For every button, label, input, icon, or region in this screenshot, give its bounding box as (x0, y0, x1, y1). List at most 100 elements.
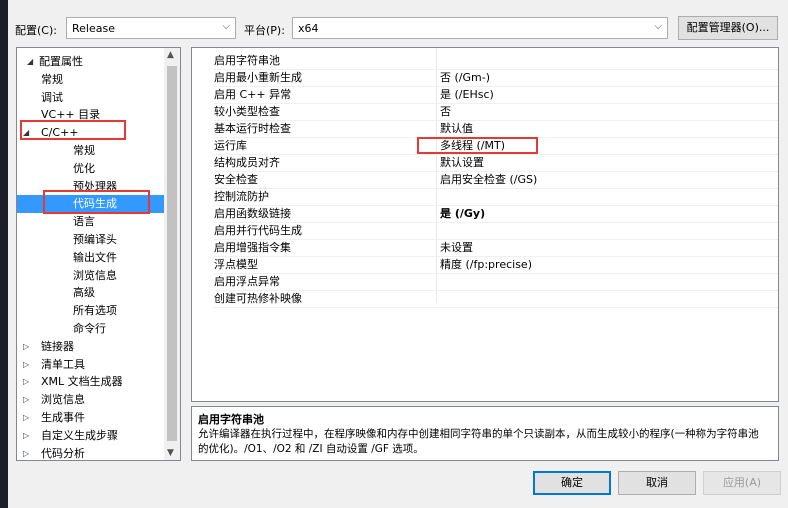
tree-item-label: 优化 (73, 161, 95, 175)
platform-value: x64 (298, 22, 319, 35)
tree-item-label: 清单工具 (41, 357, 85, 371)
property-row[interactable]: 启用函数级链接 是 (/Gy) (192, 205, 778, 222)
tree-item-label: 高级 (73, 286, 95, 300)
property-row[interactable]: 启用浮点异常 (192, 273, 778, 290)
ok-button[interactable]: 确定 (533, 471, 611, 495)
collapse-arrow-icon[interactable]: ◢ (27, 53, 33, 71)
property-row[interactable]: 启用 C++ 异常 是 (/EHsc) (192, 86, 778, 103)
property-name: 启用 C++ 异常 (214, 88, 292, 101)
tree-item[interactable]: 常规 (17, 71, 165, 89)
config-value: Release (72, 22, 115, 35)
platform-dropdown[interactable]: x64 ⌵ (292, 17, 668, 39)
property-value[interactable]: 是 (/EHsc) (440, 86, 494, 103)
tree-item-label: 常规 (41, 72, 63, 86)
property-value[interactable]: 启用安全检查 (/GS) (440, 171, 537, 188)
config-dropdown[interactable]: Release ⌵ (66, 17, 236, 39)
scroll-down-icon[interactable]: ▼ (167, 448, 174, 458)
tree-item-label: 调试 (41, 90, 63, 104)
expand-arrow-icon[interactable]: ▷ (23, 356, 29, 374)
property-row[interactable]: 浮点模型 精度 (/fp:precise) (192, 256, 778, 273)
tree-item[interactable]: ▷ 浏览信息 (17, 391, 165, 409)
scroll-up-icon[interactable]: ▲ (167, 50, 174, 60)
property-row[interactable]: 启用并行代码生成 (192, 222, 778, 239)
property-value[interactable]: 默认设置 (440, 154, 484, 171)
property-row[interactable]: 控制流防护 (192, 188, 778, 205)
tree-item[interactable]: 命令行 (17, 320, 165, 338)
chevron-down-icon: ⌵ (222, 21, 230, 32)
tree-item-label: XML 文档生成器 (41, 375, 123, 389)
property-grid[interactable]: 启用字符串池启用最小重新生成 否 (/Gm-) 启用 C++ 异常 是 (/EHsc)… (191, 47, 779, 402)
highlight-box-codegen (43, 190, 150, 214)
tree-item[interactable]: 所有选项 (17, 302, 165, 320)
property-value[interactable]: 否 (440, 103, 451, 120)
tree-item[interactable]: ▷ 清单工具 (17, 356, 165, 374)
property-row[interactable]: 创建可热修补映像 (192, 290, 778, 307)
property-name: 启用字符串池 (214, 54, 280, 67)
platform-label: 平台(P): (244, 24, 285, 37)
tree-item[interactable]: 语言 (17, 213, 165, 231)
tree-item-label: 命令行 (73, 322, 106, 335)
tree-item-label: 预编译头 (73, 233, 117, 246)
property-value[interactable]: 默认值 (440, 120, 473, 137)
property-tree[interactable]: ◢ 配置属性 常规 调试 VC++ 目录 ◢ C/C++ 常规 优化 预处理器 代码生成 语言 预编译头… (16, 47, 181, 461)
property-name: 启用最小重新生成 (214, 71, 302, 84)
expand-arrow-icon[interactable]: ▷ (23, 391, 29, 409)
scroll-thumb[interactable] (167, 66, 177, 441)
tree-item[interactable]: 高级 (17, 284, 165, 302)
property-name: 启用浮点异常 (214, 275, 280, 288)
property-name: 控制流防护 (214, 190, 269, 203)
tree-item[interactable]: 预编译头 (17, 231, 165, 249)
tree-item[interactable]: 调试 (17, 89, 165, 107)
expand-arrow-icon[interactable]: ▷ (23, 373, 29, 391)
tree-item[interactable]: ◢ 配置属性 (17, 53, 165, 71)
chevron-down-icon: ⌵ (654, 21, 662, 32)
tree-item-label: 代码分析 (41, 446, 85, 460)
tree-item-label: 输出文件 (73, 250, 117, 264)
property-value[interactable]: 精度 (/fp:precise) (440, 256, 532, 273)
property-row[interactable]: 安全检查 启用安全检查 (/GS) (192, 171, 778, 188)
property-value[interactable]: 未设置 (440, 239, 473, 256)
tree-item-label: 所有选项 (73, 304, 117, 318)
tree-item-label: 语言 (73, 215, 95, 229)
property-name: 启用函数级链接 (214, 207, 291, 220)
description-title: 启用字符串池 (198, 413, 264, 426)
property-row[interactable]: 结构成员对齐 默认设置 (192, 154, 778, 171)
expand-arrow-icon[interactable]: ▷ (23, 427, 29, 445)
property-row[interactable]: 启用增强指令集 未设置 (192, 239, 778, 256)
background-editor-strip (0, 0, 8, 508)
property-name: 启用并行代码生成 (214, 224, 302, 237)
tree-item[interactable]: ▷ 代码分析 (17, 445, 165, 460)
property-row[interactable]: 基本运行时检查 默认值 (192, 120, 778, 137)
property-value[interactable]: 否 (/Gm-) (440, 69, 490, 86)
expand-arrow-icon[interactable]: ▷ (23, 338, 29, 356)
tree-item[interactable]: ▷ XML 文档生成器 (17, 373, 165, 391)
tree-item[interactable]: ▷ 链接器 (17, 338, 165, 356)
tree-item[interactable]: ▷ 自定义生成步骤 (17, 427, 165, 445)
property-name: 启用增强指令集 (214, 241, 291, 254)
tree-item-label: 生成事件 (41, 411, 85, 424)
property-name: 浮点模型 (214, 258, 258, 271)
tree-item[interactable]: 浏览信息 (17, 267, 165, 285)
apply-button[interactable]: 应用(A) (703, 471, 781, 495)
property-value[interactable]: 是 (/Gy) (440, 205, 485, 222)
property-row[interactable]: 较小类型检查 否 (192, 103, 778, 120)
tree-item-label: 常规 (73, 144, 95, 157)
property-name: 安全检查 (214, 173, 258, 186)
tree-item[interactable]: ▷ 生成事件 (17, 409, 165, 427)
tree-item[interactable]: 优化 (17, 160, 165, 178)
tree-item-label: 浏览信息 (73, 268, 117, 282)
config-manager-button[interactable]: 配置管理器(O)... (678, 16, 778, 40)
tree-item[interactable]: 输出文件 (17, 249, 165, 267)
highlight-box-runtime (417, 137, 538, 154)
property-name: 结构成员对齐 (214, 156, 280, 169)
property-name: 基本运行时检查 (214, 122, 291, 135)
cancel-button[interactable]: 取消 (618, 471, 696, 495)
config-label: 配置(C): (15, 24, 57, 37)
expand-arrow-icon[interactable]: ▷ (23, 445, 29, 460)
config-toolbar: 配置(C): Release ⌵ 平台(P): x64 ⌵ 配置管理器(O)..… (8, 0, 788, 46)
tree-item[interactable]: 常规 (17, 142, 165, 160)
expand-arrow-icon[interactable]: ▷ (23, 409, 29, 427)
property-row[interactable]: 启用字符串池 (192, 52, 778, 69)
tree-scrollbar[interactable]: ▲ ▼ (164, 48, 180, 460)
property-row[interactable]: 启用最小重新生成 否 (/Gm-) (192, 69, 778, 86)
